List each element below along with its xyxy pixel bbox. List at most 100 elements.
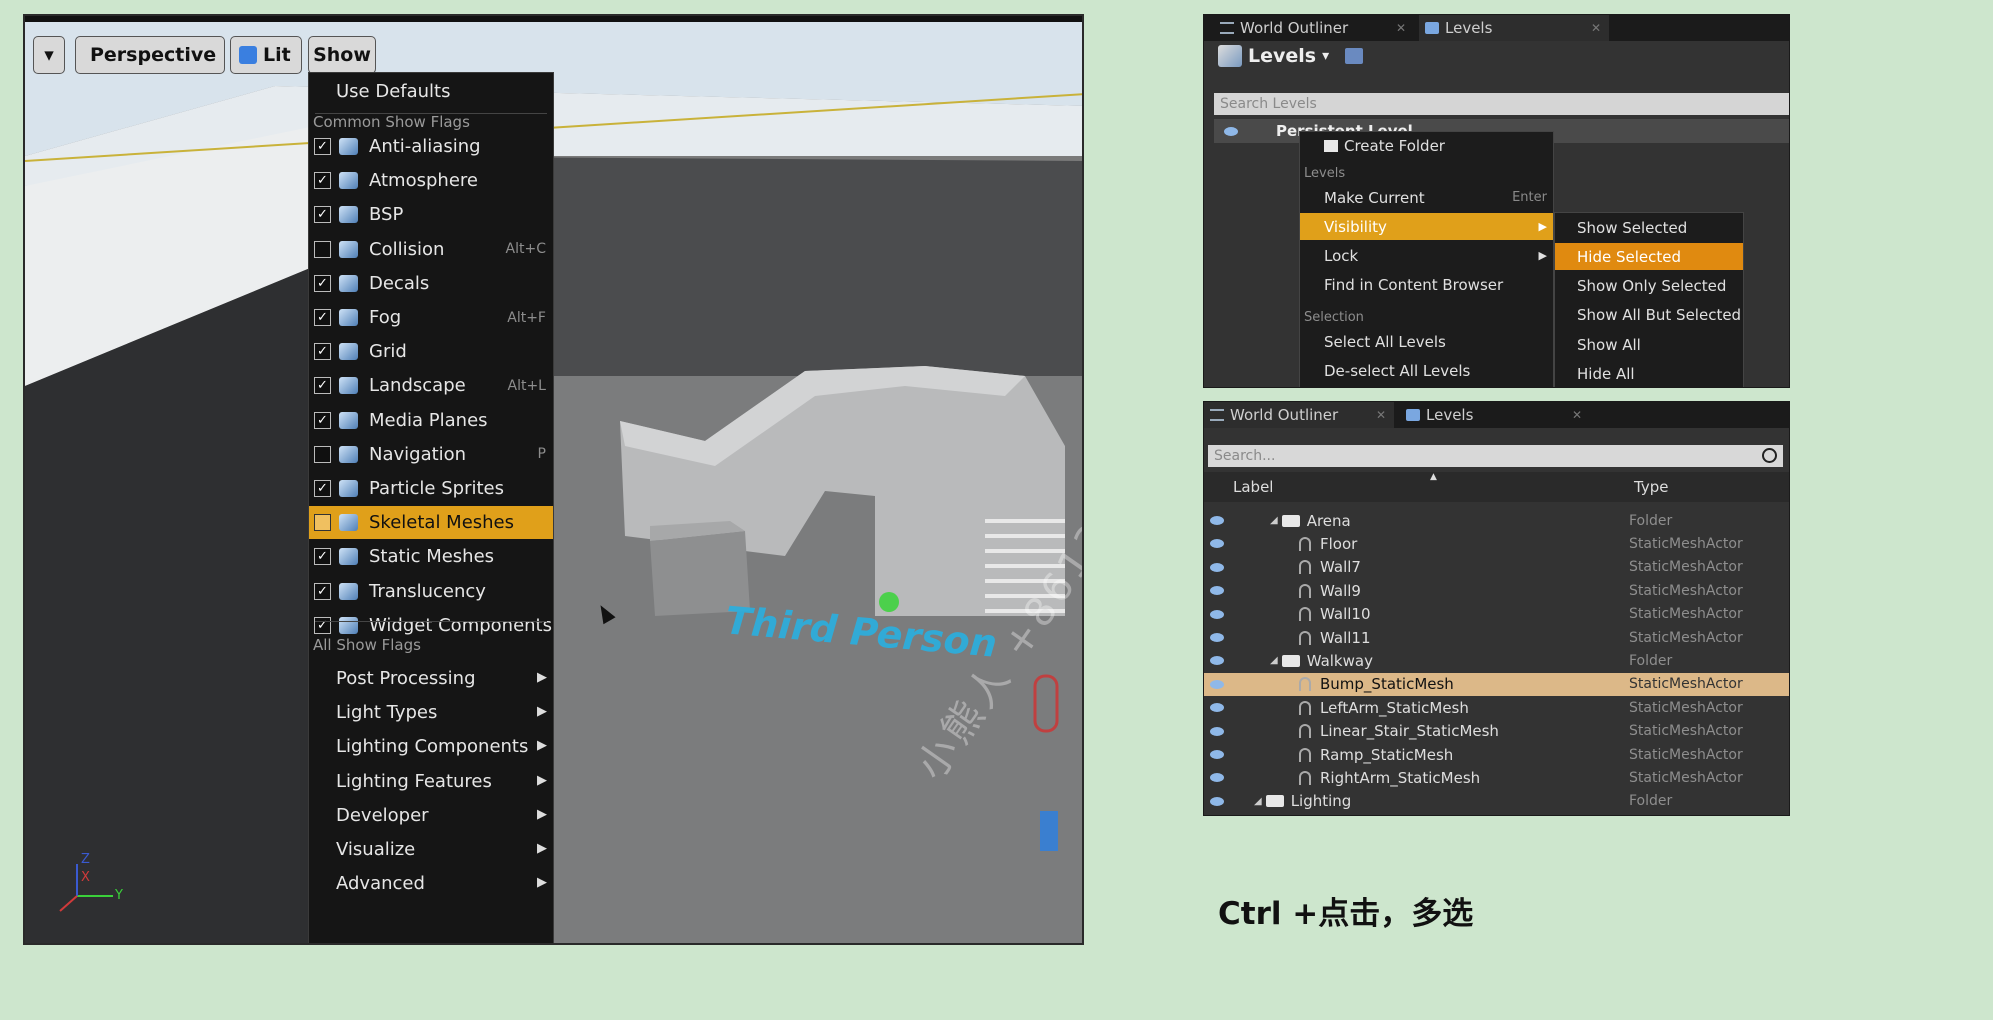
show-flag-bsp[interactable]: ✓ BSP <box>309 198 553 231</box>
outliner-row[interactable]: Floor StaticMeshActor <box>1204 532 1789 555</box>
make-current-item[interactable]: Make Current Enter <box>1300 184 1553 211</box>
outliner-row[interactable]: Wall9 StaticMeshActor <box>1204 579 1789 602</box>
show-flag-particle-sprites[interactable]: ✓ Particle Sprites <box>309 472 553 505</box>
outliner-row[interactable]: Bump_StaticMesh StaticMeshActor <box>1204 672 1789 696</box>
select-all-levels-item[interactable]: Select All Levels <box>1300 328 1553 355</box>
checkbox[interactable] <box>314 240 331 258</box>
eye-icon[interactable] <box>1210 539 1224 549</box>
visibility-show-all-but-selected-item[interactable]: Show All But Selected <box>1555 302 1743 329</box>
visibility-item[interactable]: Visibility ▶ <box>1300 213 1553 240</box>
outliner-row[interactable]: LeftArm_StaticMesh StaticMeshActor <box>1204 696 1789 719</box>
close-icon[interactable]: ✕ <box>1572 408 1582 422</box>
show-button[interactable]: Show <box>308 36 376 74</box>
eye-icon[interactable] <box>1210 750 1224 759</box>
level-viewport[interactable]: ▾ Perspective Lit Show Third Person 小熊人 … <box>23 14 1084 945</box>
find-in-content-browser-item[interactable]: Find in Content Browser <box>1300 271 1553 298</box>
show-flag-translucency[interactable]: ✓ Translucency <box>309 575 553 608</box>
visibility-show-all-item[interactable]: Show All <box>1555 331 1743 358</box>
eye-icon[interactable] <box>1210 609 1224 619</box>
eye-icon[interactable] <box>1210 679 1224 689</box>
eye-icon[interactable] <box>1210 726 1224 736</box>
submenu-visualize[interactable]: Visualize ▶ <box>309 833 553 866</box>
submenu-post-processing[interactable]: Post Processing ▶ <box>309 662 553 695</box>
outliner-row[interactable]: ◢ Arena Folder <box>1204 509 1789 532</box>
visibility-show-only-selected-item[interactable]: Show Only Selected <box>1555 273 1743 300</box>
checkbox[interactable]: ✓ <box>314 138 331 155</box>
visibility-hide-selected-item[interactable]: Hide Selected <box>1555 243 1743 271</box>
outliner-row[interactable]: ◢ Walkway Folder <box>1204 649 1789 672</box>
show-flag-decals[interactable]: ✓ Decals <box>309 267 553 300</box>
expand-arrow-icon[interactable]: ◢ <box>1270 515 1278 526</box>
checkbox[interactable] <box>314 514 331 532</box>
outliner-row[interactable]: Ramp_StaticMesh StaticMeshActor <box>1204 743 1789 766</box>
search-icon[interactable] <box>1762 448 1777 463</box>
eye-icon[interactable] <box>1210 796 1224 806</box>
tab-world-outliner[interactable]: World Outliner ✕ <box>1214 15 1414 41</box>
tab-levels[interactable]: Levels ✕ <box>1419 15 1609 41</box>
search-levels-input[interactable]: Search Levels <box>1214 93 1789 115</box>
visibility-hide-all-item[interactable]: Hide All <box>1555 361 1743 388</box>
checkbox[interactable]: ✓ <box>314 377 331 395</box>
checkbox[interactable]: ✓ <box>314 172 331 190</box>
lit-button[interactable]: Lit <box>230 36 302 74</box>
checkbox[interactable]: ✓ <box>314 548 331 566</box>
show-flag-static-meshes[interactable]: ✓ Static Meshes <box>309 540 553 573</box>
perspective-button[interactable]: Perspective <box>75 36 225 74</box>
show-flag-anti-aliasing[interactable]: ✓ Anti-aliasing <box>309 130 553 163</box>
type-column-header[interactable]: Type <box>1634 478 1668 496</box>
checkbox[interactable] <box>314 445 331 463</box>
checkbox[interactable]: ✓ <box>314 480 331 497</box>
eye-icon[interactable] <box>1224 126 1238 136</box>
checkbox[interactable]: ✓ <box>314 274 331 292</box>
show-flag-landscape[interactable]: ✓ Landscape Alt+L <box>309 369 553 402</box>
outliner-search-input[interactable]: Search... <box>1208 445 1783 467</box>
checkbox[interactable]: ✓ <box>314 411 331 429</box>
eye-icon[interactable] <box>1210 703 1224 713</box>
deselect-all-levels-item[interactable]: De-select All Levels <box>1300 357 1553 384</box>
show-flag-grid[interactable]: ✓ Grid <box>309 335 553 368</box>
show-flag-fog[interactable]: ✓ Fog Alt+F <box>309 301 553 334</box>
tab-levels[interactable]: Levels ✕ <box>1400 402 1590 428</box>
checkbox[interactable]: ✓ <box>314 582 331 600</box>
eye-icon[interactable] <box>1210 516 1224 525</box>
expand-arrow-icon[interactable]: ◢ <box>1270 655 1278 666</box>
tab-world-outliner[interactable]: World Outliner ✕ <box>1204 402 1394 428</box>
outliner-row[interactable]: RightArm_StaticMesh StaticMeshActor <box>1204 766 1789 789</box>
create-folder-item[interactable]: Create Folder <box>1300 132 1553 159</box>
outliner-row[interactable]: Wall10 StaticMeshActor <box>1204 603 1789 626</box>
checkbox[interactable]: ✓ <box>314 206 331 224</box>
show-flag-media-planes[interactable]: ✓ Media Planes <box>309 404 553 437</box>
expand-arrow-icon[interactable]: ◢ <box>1254 796 1262 807</box>
show-flag-collision[interactable]: Collision Alt+C <box>309 233 553 266</box>
checkbox[interactable]: ✓ <box>314 309 331 326</box>
eye-icon[interactable] <box>1210 586 1224 596</box>
levels-dropdown[interactable]: Levels ▾ <box>1218 45 1364 67</box>
eye-icon[interactable] <box>1210 656 1224 666</box>
outliner-row[interactable]: ◢ Lighting Folder <box>1204 790 1789 813</box>
submenu-light-types[interactable]: Light Types ▶ <box>309 696 553 729</box>
outliner-row[interactable]: Linear_Stair_StaticMesh StaticMeshActor <box>1204 720 1789 743</box>
show-flag-skeletal-meshes[interactable]: Skeletal Meshes <box>309 506 553 540</box>
close-icon[interactable]: ✕ <box>1376 408 1386 422</box>
lock-item[interactable]: Lock ▶ <box>1300 242 1553 269</box>
label-column-header[interactable]: Label <box>1233 478 1273 496</box>
outliner-row[interactable]: Wall7 StaticMeshActor <box>1204 556 1789 579</box>
levels-add-icon[interactable] <box>1345 48 1364 64</box>
submenu-lighting-features[interactable]: Lighting Features ▶ <box>309 765 553 798</box>
eye-icon[interactable] <box>1210 562 1224 572</box>
viewport-options-button[interactable]: ▾ <box>33 36 65 74</box>
submenu-advanced[interactable]: Advanced ▶ <box>309 867 553 900</box>
submenu-developer[interactable]: Developer ▶ <box>309 799 553 832</box>
show-flag-atmosphere[interactable]: ✓ Atmosphere <box>309 164 553 197</box>
visibility-show-selected-item[interactable]: Show Selected <box>1555 214 1743 241</box>
submenu-lighting-components[interactable]: Lighting Components ▶ <box>309 730 553 763</box>
eye-icon[interactable] <box>1210 633 1224 642</box>
eye-icon[interactable] <box>1210 773 1224 783</box>
outliner-row[interactable]: Wall11 StaticMeshActor <box>1204 626 1789 649</box>
show-flag-navigation[interactable]: Navigation P <box>309 438 553 471</box>
close-icon[interactable]: ✕ <box>1591 21 1601 35</box>
use-defaults-item[interactable]: Use Defaults <box>309 75 553 108</box>
close-icon[interactable]: ✕ <box>1396 21 1406 35</box>
outliner-row-type: StaticMeshActor <box>1629 746 1743 763</box>
checkbox[interactable]: ✓ <box>314 343 331 361</box>
